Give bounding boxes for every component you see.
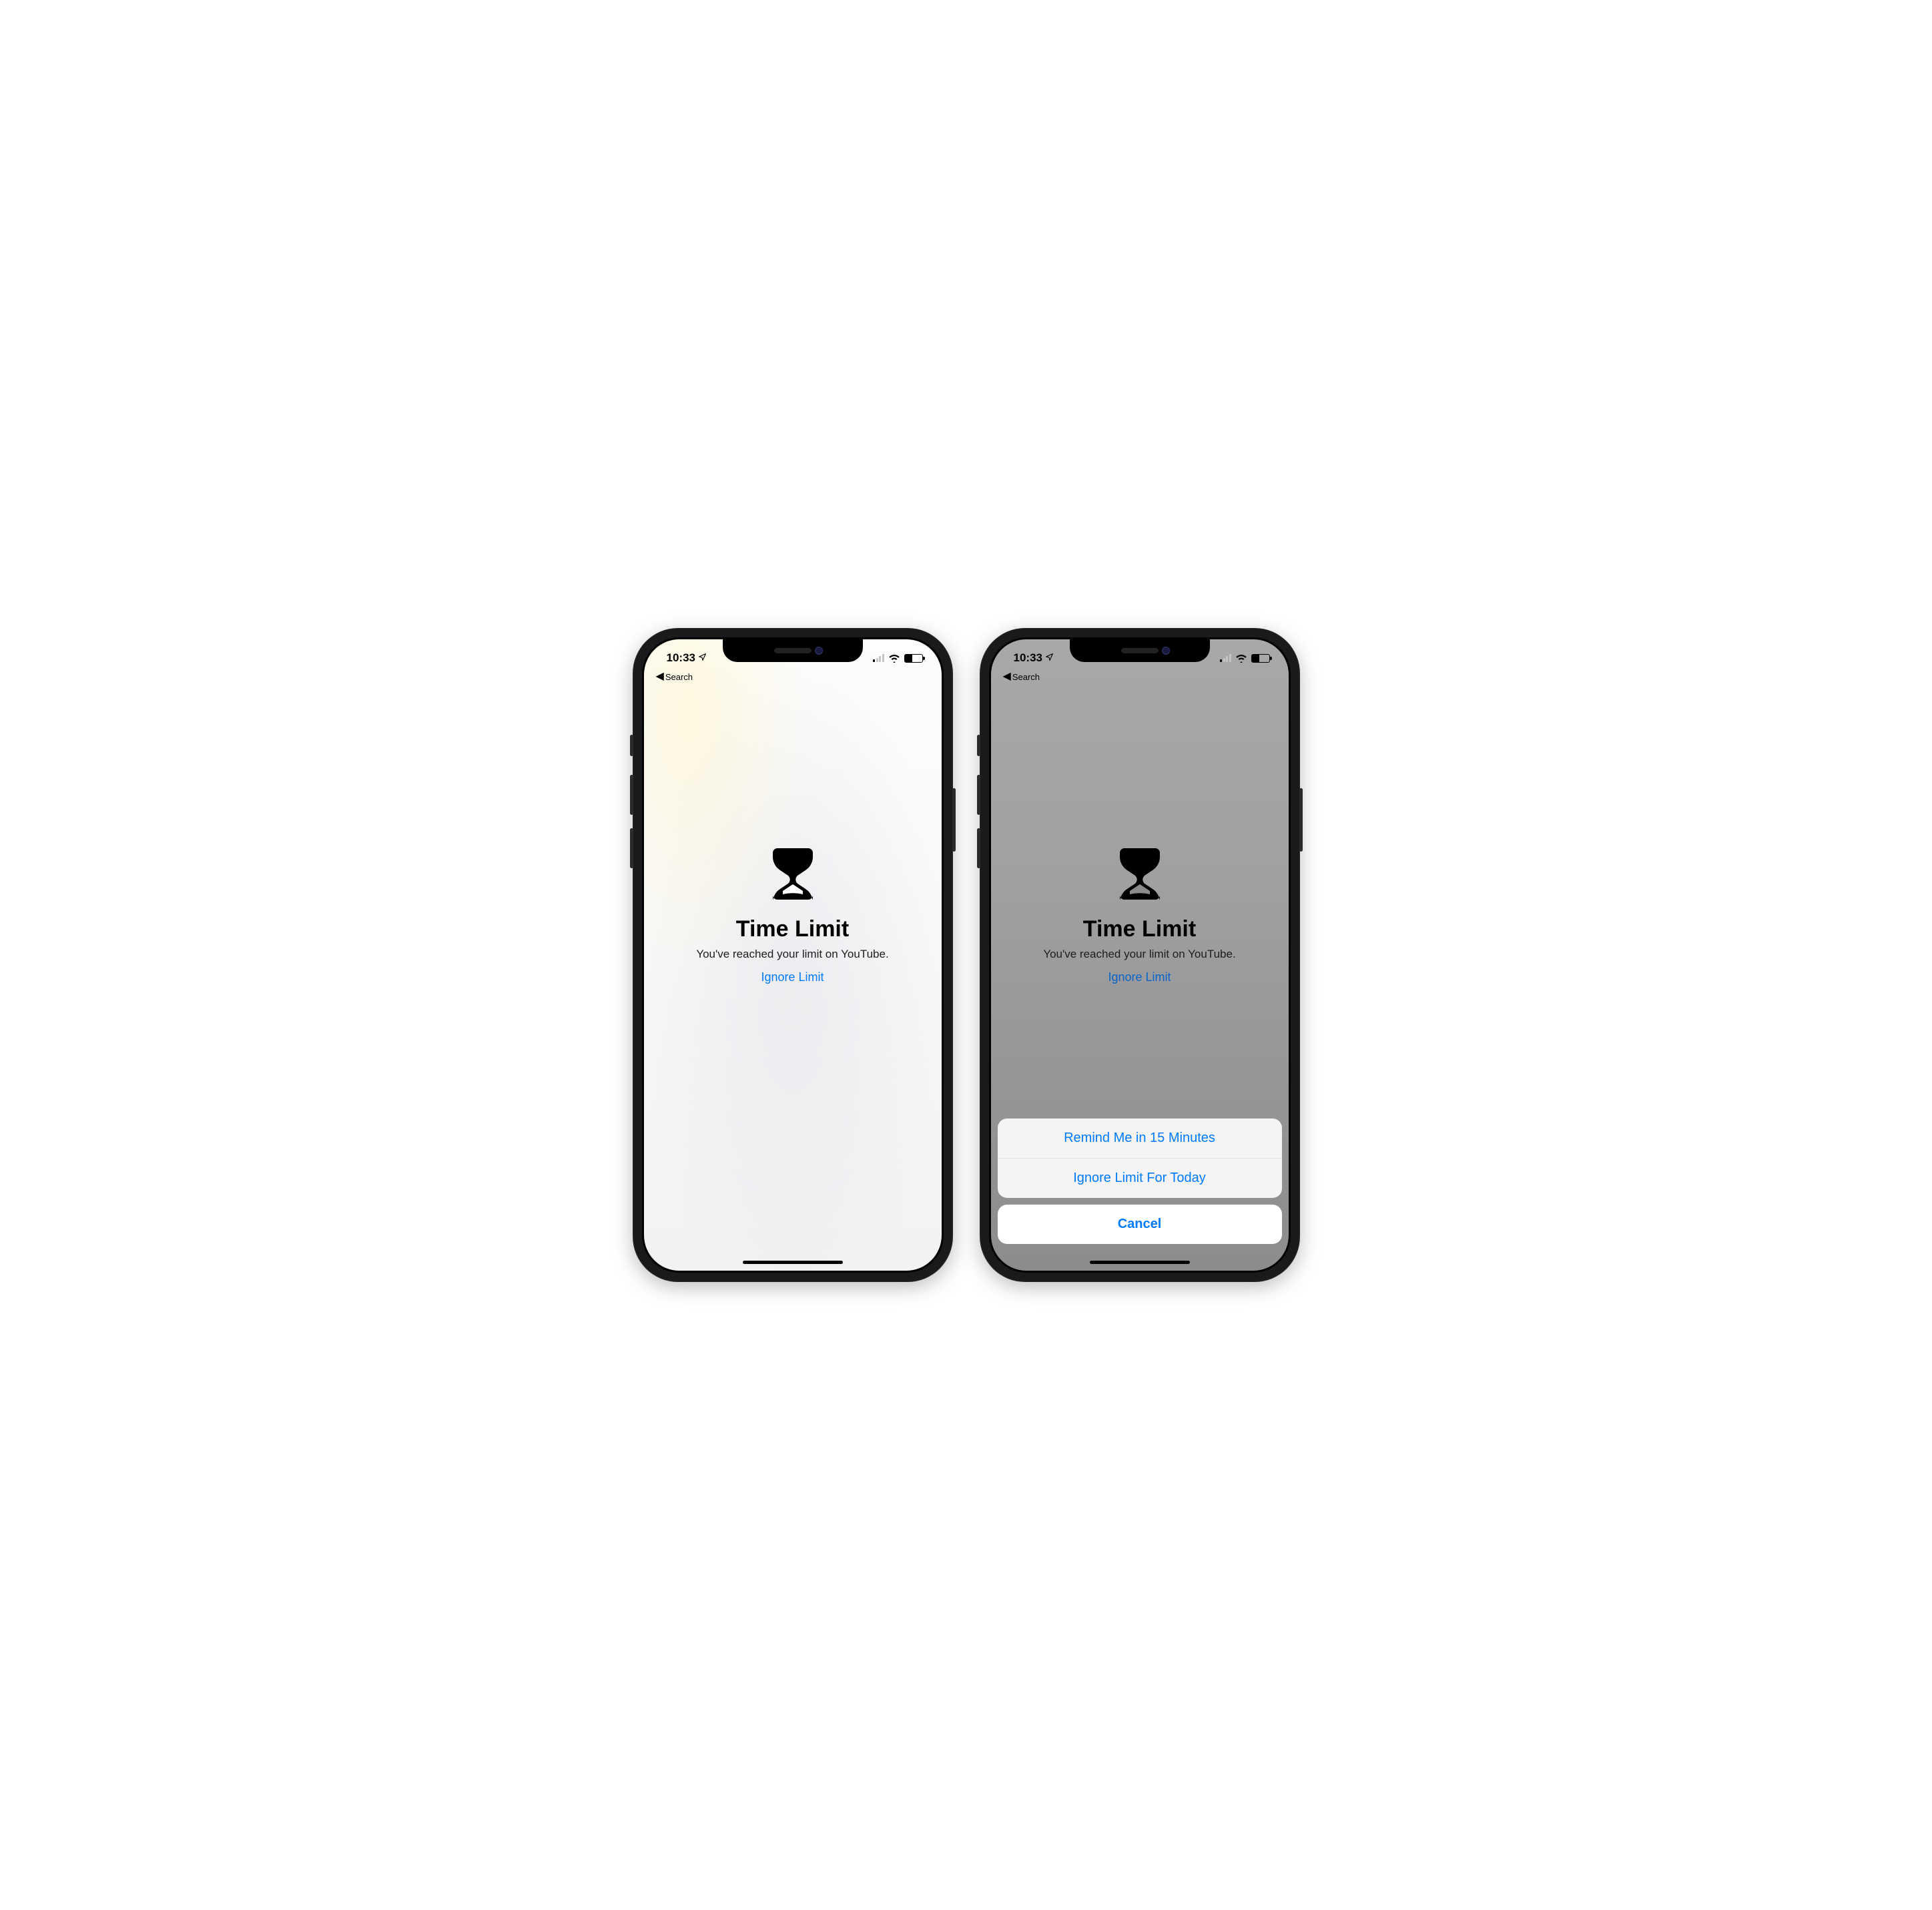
home-indicator[interactable]: [1090, 1261, 1190, 1264]
power-button[interactable]: [952, 788, 956, 852]
wifi-icon: [888, 653, 900, 663]
back-caret-icon: ◀︎: [656, 671, 664, 682]
remind-15-min-button[interactable]: Remind Me in 15 Minutes: [998, 1119, 1282, 1158]
phone-mockup-left: 10:33 ◀︎ Search: [633, 628, 953, 1282]
time-limit-content: Time Limit You've reached your limit on …: [644, 639, 942, 1271]
back-to-search[interactable]: ◀︎ Search: [656, 671, 693, 682]
battery-icon: [904, 654, 923, 663]
ignore-for-today-button[interactable]: Ignore Limit For Today: [998, 1158, 1282, 1198]
page-subtitle: You've reached your limit on YouTube.: [1043, 948, 1235, 961]
notch: [723, 639, 863, 662]
notch: [1070, 639, 1210, 662]
mute-switch[interactable]: [977, 735, 980, 756]
back-label: Search: [665, 672, 693, 682]
status-time: 10:33: [667, 651, 695, 665]
back-to-search[interactable]: ◀︎ Search: [1003, 671, 1040, 682]
volume-down-button[interactable]: [977, 828, 980, 868]
power-button[interactable]: [1299, 788, 1303, 852]
location-icon: [698, 653, 707, 663]
battery-icon: [1251, 654, 1270, 663]
phone-mockup-right: 10:33 ◀︎ Search: [980, 628, 1300, 1282]
cellular-signal-icon: [873, 654, 884, 662]
screen-time-limit: 10:33 ◀︎ Search: [644, 639, 942, 1271]
ignore-limit-button[interactable]: Ignore Limit: [1108, 970, 1171, 984]
action-sheet-cancel-group: Cancel: [998, 1205, 1282, 1244]
home-indicator[interactable]: [743, 1261, 843, 1264]
status-time: 10:33: [1014, 651, 1042, 665]
volume-up-button[interactable]: [630, 775, 633, 815]
page-title: Time Limit: [736, 916, 849, 942]
hourglass-icon: [771, 846, 815, 903]
wifi-icon: [1235, 653, 1247, 663]
volume-up-button[interactable]: [977, 775, 980, 815]
hourglass-icon: [1118, 846, 1162, 903]
cancel-button[interactable]: Cancel: [998, 1205, 1282, 1244]
action-sheet: Remind Me in 15 Minutes Ignore Limit For…: [991, 1112, 1289, 1271]
volume-down-button[interactable]: [630, 828, 633, 868]
page-subtitle: You've reached your limit on YouTube.: [696, 948, 888, 961]
location-icon: [1045, 653, 1054, 663]
page-title: Time Limit: [1083, 916, 1196, 942]
back-label: Search: [1012, 672, 1040, 682]
mute-switch[interactable]: [630, 735, 633, 756]
screen-time-limit-with-sheet: 10:33 ◀︎ Search: [991, 639, 1289, 1271]
cellular-signal-icon: [1220, 654, 1231, 662]
ignore-limit-button[interactable]: Ignore Limit: [761, 970, 824, 984]
action-sheet-options: Remind Me in 15 Minutes Ignore Limit For…: [998, 1119, 1282, 1198]
back-caret-icon: ◀︎: [1003, 671, 1011, 682]
